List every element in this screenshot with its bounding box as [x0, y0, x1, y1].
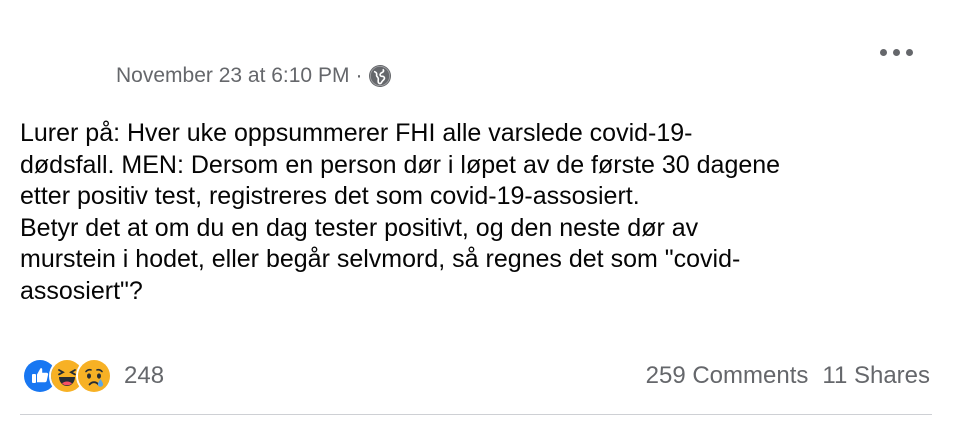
reaction-count: 248: [124, 362, 165, 389]
reactions-summary[interactable]: 248: [22, 358, 164, 394]
facebook-post: November 23 at 6:10 PM · Lurer på: Hver …: [0, 0, 960, 426]
more-options-icon: [879, 48, 887, 56]
comments-count-link[interactable]: 259 Comments: [646, 362, 809, 390]
post-timestamp[interactable]: November 23 at 6:10 PM: [116, 64, 349, 88]
more-options-button[interactable]: [876, 40, 916, 64]
post-text-line: murstein i hodet, eller begår selvmord, …: [20, 245, 741, 273]
post-body: Lurer på: Hver uke oppsummerer FHI alle …: [20, 118, 940, 307]
post-text-line: etter positiv test, registreres det som …: [20, 182, 640, 210]
shares-count-link[interactable]: 11 Shares: [822, 362, 930, 390]
post-stats: 259 Comments 11 Shares: [646, 358, 930, 394]
post-text-line: assosiert"?: [20, 276, 143, 305]
post-meta: November 23 at 6:10 PM ·: [116, 62, 392, 90]
post-text-line: Lurer på: Hver uke oppsummerer FHI alle …: [20, 119, 693, 147]
post-text-line: Betyr det at om du en dag tester positiv…: [20, 213, 699, 242]
more-options-dot: [892, 48, 900, 56]
sad-reaction-icon: [76, 358, 112, 394]
globe-icon[interactable]: [368, 64, 392, 88]
divider: [20, 414, 932, 415]
more-options-dot: [905, 48, 913, 56]
post-text-line: dødsfall. MEN: Dersom en person dør i lø…: [20, 150, 781, 179]
meta-separator: ·: [355, 64, 363, 87]
